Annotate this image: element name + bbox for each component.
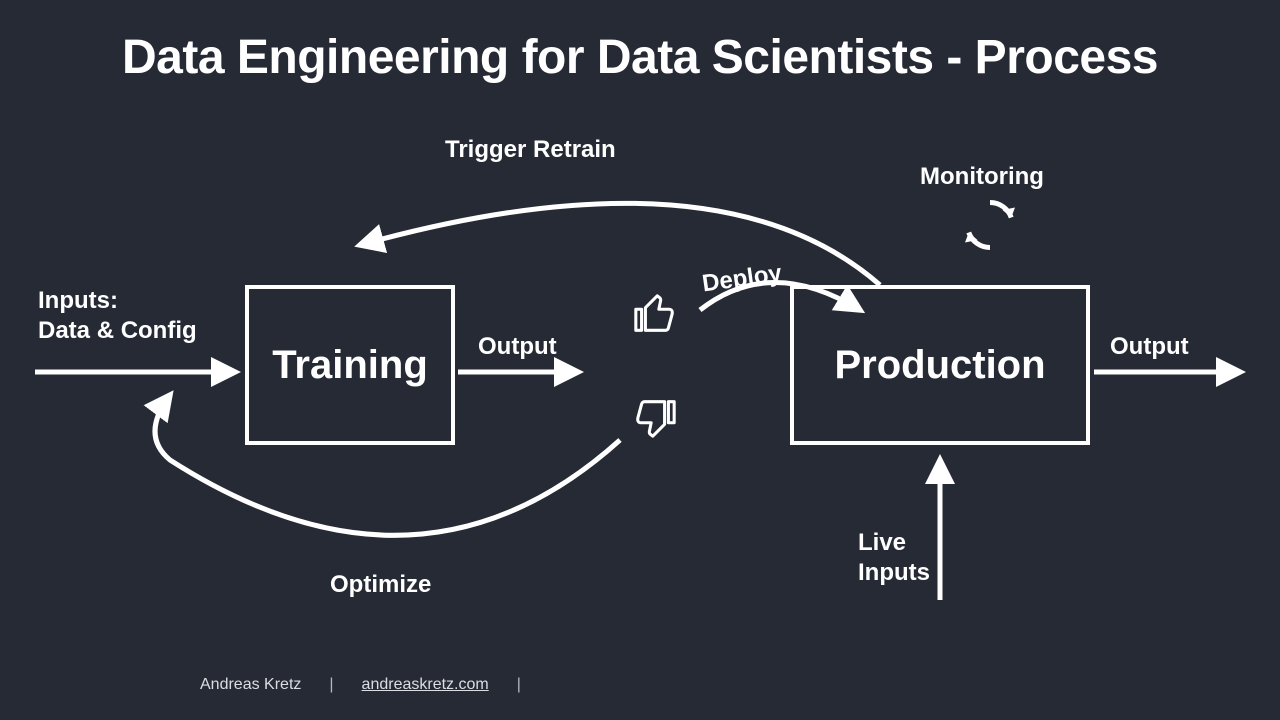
thumbs-up-icon bbox=[632, 292, 678, 338]
output-training-label: Output bbox=[478, 332, 557, 362]
monitoring-label: Monitoring bbox=[920, 162, 1044, 192]
cycle-arrows-icon bbox=[960, 195, 1020, 255]
slide-title: Data Engineering for Data Scientists - P… bbox=[0, 30, 1280, 85]
live-inputs-line1: Live bbox=[858, 528, 930, 558]
thumbs-down-icon bbox=[632, 394, 678, 440]
optimize-label: Optimize bbox=[330, 570, 431, 600]
inputs-label-line1: Inputs: bbox=[38, 286, 197, 316]
training-box-label: Training bbox=[272, 343, 428, 388]
deploy-label: Deploy bbox=[700, 259, 783, 300]
live-inputs-line2: Inputs bbox=[858, 558, 930, 588]
production-box-label: Production bbox=[834, 343, 1045, 388]
inputs-label-line2: Data & Config bbox=[38, 316, 197, 346]
footer-author: Andreas Kretz bbox=[200, 676, 301, 694]
production-box: Production bbox=[790, 285, 1090, 445]
training-box: Training bbox=[245, 285, 455, 445]
footer-separator: | bbox=[517, 676, 521, 694]
footer-site-link[interactable]: andreaskretz.com bbox=[362, 676, 489, 694]
slide-footer: Andreas Kretz | andreaskretz.com | bbox=[200, 676, 521, 694]
inputs-label: Inputs: Data & Config bbox=[38, 286, 197, 346]
output-production-label: Output bbox=[1110, 332, 1189, 362]
trigger-retrain-label: Trigger Retrain bbox=[445, 135, 616, 165]
footer-separator: | bbox=[329, 676, 333, 694]
live-inputs-label: Live Inputs bbox=[858, 528, 930, 588]
arrow-trigger-retrain bbox=[360, 203, 880, 285]
